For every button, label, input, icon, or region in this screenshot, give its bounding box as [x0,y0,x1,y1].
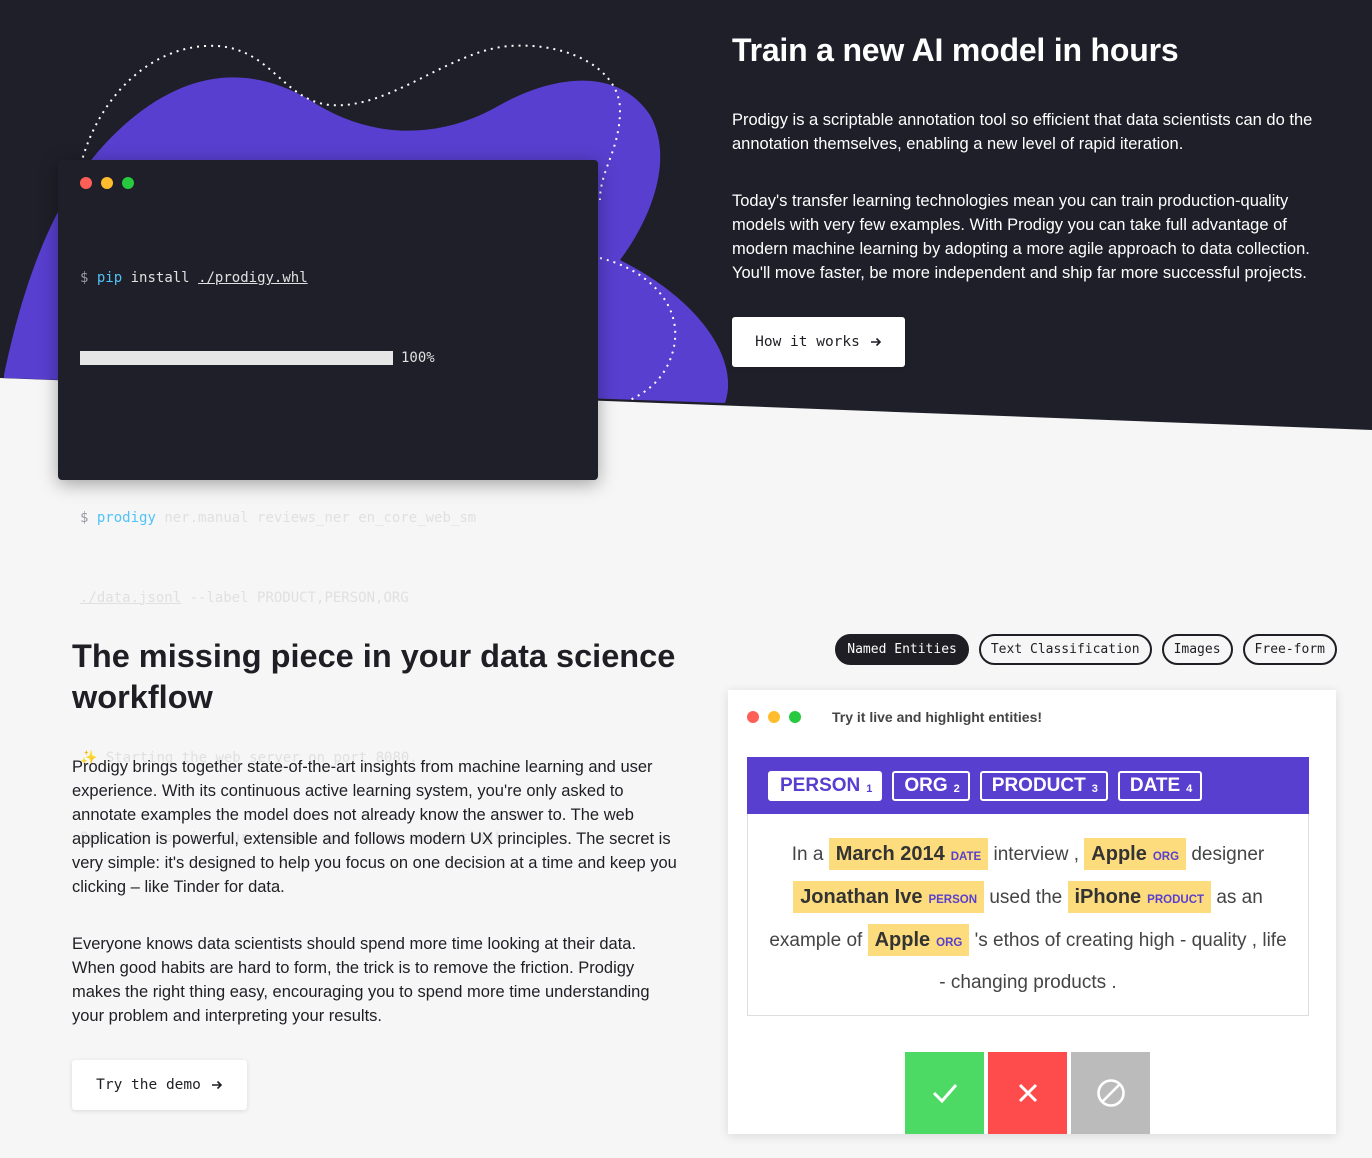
entity-text: iPhone [1074,886,1142,908]
text-token: interview , [993,844,1079,865]
terminal-line-install: $ pip install ./prodigy.whl [80,270,308,286]
label-name: PRODUCT [991,774,1086,796]
accept-button[interactable] [905,1052,984,1134]
entity-label: ORG [936,937,963,949]
maximize-dot [122,177,134,189]
progress-label: 100% [401,349,435,366]
terminal-progress: 100% [80,345,582,372]
window-controls [80,177,134,189]
section-paragraph-2: Everyone knows data scientists should sp… [72,935,650,1025]
label-shortcut-key: 3 [1091,782,1098,795]
section-paragraph-1: Prodigy brings together state-of-the-art… [72,758,677,896]
how-it-works-button[interactable]: How it works [732,317,905,367]
cross-icon [1018,1083,1037,1103]
tab-images[interactable]: Images [1161,634,1233,665]
entity-span[interactable]: iPhone PRODUCT [1067,881,1212,913]
demo-card: Try it live and highlight entities! PERS… [728,690,1336,1134]
hero-paragraph-2: Today's transfer learning technologies m… [732,192,1310,282]
entity-text: Apple [874,929,931,951]
label-name: ORG [904,774,948,796]
text-token: used the [989,887,1063,908]
label-shortcut-key: 2 [953,782,960,795]
tab-text-classification[interactable]: Text Classification [978,634,1152,665]
hero-paragraph-1: Prodigy is a scriptable annotation tool … [732,111,1313,153]
terminal-line-prodigy: $ prodigy ner.manual reviews_ner en_core… [80,510,477,526]
arrow-right-icon [211,1080,223,1090]
close-dot [747,711,759,723]
try-demo-label: Try the demo [96,1077,201,1093]
terminal-line-args: ./data.jsonl --label PRODUCT,PERSON,ORG [80,589,409,606]
entity-span[interactable]: Jonathan Ive PERSON [793,881,985,913]
try-demo-button[interactable]: Try the demo [72,1060,247,1110]
label-shortcut-key: 4 [1186,782,1193,795]
check-icon [932,1084,957,1104]
text-token: 's ethos of creating high - quality , li… [939,930,1287,993]
how-it-works-label: How it works [755,334,860,350]
ignore-button[interactable] [1071,1052,1150,1134]
entity-label: PERSON [928,894,978,906]
annotation-text-box: In a March 2014 DATE interview , Apple ORG… [747,814,1309,1016]
label-shortcut-key: 1 [866,782,873,795]
section-title: The missing piece in your data science w… [72,638,676,715]
entity-text: Apple [1091,843,1147,865]
entity-text: March 2014 [835,843,945,865]
maximize-dot [789,711,801,723]
entity-label: DATE [950,851,982,863]
demo-tabs: Named Entities Text Classification Image… [835,634,1337,665]
text-token: designer [1191,844,1265,865]
label-name: PERSON [780,774,861,796]
ignore-icon [1096,1079,1125,1107]
progress-bar [80,350,393,365]
label-button-org[interactable]: ORG 2 [892,770,970,801]
entity-label: PRODUCT [1147,894,1205,906]
label-button-person[interactable]: PERSON 1 [768,770,883,801]
minimize-dot [768,711,780,723]
close-dot [80,177,92,189]
annotation-text: In a March 2014 DATE interview , Apple ORG… [766,834,1290,1003]
arrow-right-icon [870,337,882,347]
label-button-date[interactable]: DATE 4 [1117,770,1203,801]
label-bar: PERSON 1 ORG 2 PRODUCT 3 DATE 4 [747,757,1309,814]
entity-label: ORG [1152,851,1180,863]
text-token: In a [791,844,824,865]
entity-span[interactable]: Apple ORG [1084,838,1187,870]
label-button-product[interactable]: PRODUCT 3 [979,770,1108,801]
reject-button[interactable] [988,1052,1067,1134]
window-controls [747,711,801,723]
entity-span[interactable]: Apple ORG [867,924,970,956]
minimize-dot [101,177,113,189]
tab-named-entities[interactable]: Named Entities [835,634,969,665]
tab-free-form[interactable]: Free-form [1242,634,1337,665]
entity-text: Jonathan Ive [800,886,923,908]
terminal-window: $ pip install ./prodigy.whl 100% $ prodi… [58,160,598,846]
entity-span[interactable]: March 2014 DATE [828,838,989,870]
label-name: DATE [1129,774,1181,796]
demo-hint: Try it live and highlight entities! [832,709,1043,725]
hero-title: Train a new AI model in hours [732,32,1179,68]
action-buttons [905,1052,1150,1134]
